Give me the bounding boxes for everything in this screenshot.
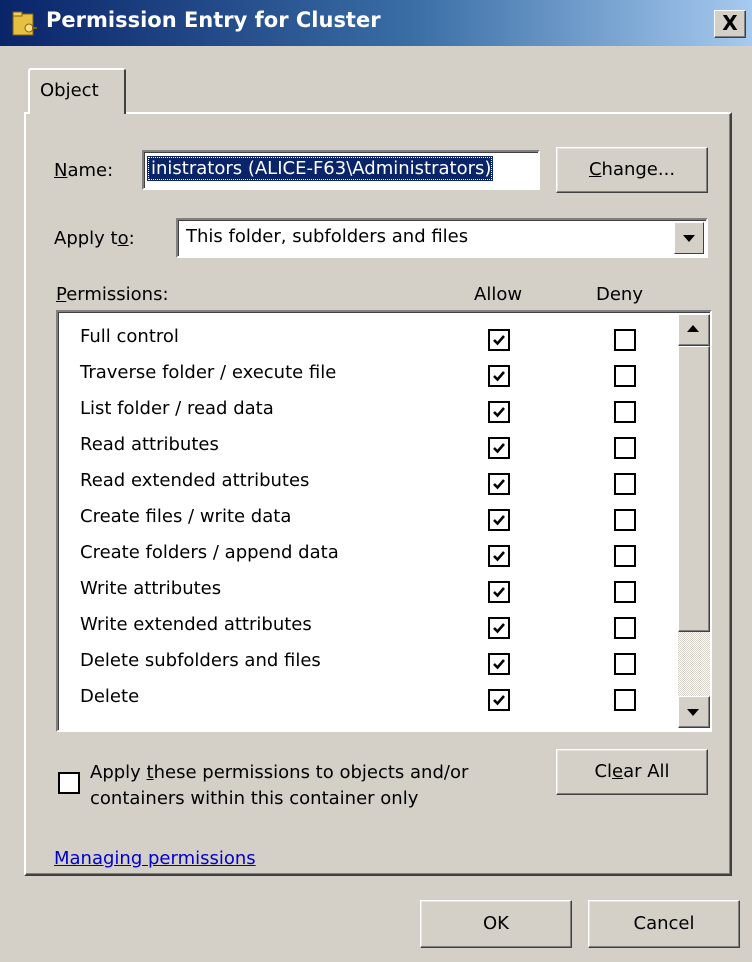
scroll-up-button[interactable] xyxy=(678,314,710,346)
clear-all-button[interactable]: Clear All xyxy=(556,749,708,795)
deny-checkbox[interactable] xyxy=(614,545,636,567)
allow-checkbox[interactable] xyxy=(488,473,510,495)
deny-header: Deny xyxy=(596,284,643,305)
tab-label: Object xyxy=(40,80,99,101)
allow-checkbox[interactable] xyxy=(488,437,510,459)
allow-checkbox[interactable] xyxy=(488,689,510,711)
allow-checkbox[interactable] xyxy=(488,365,510,387)
change-button[interactable]: Change... xyxy=(556,147,708,193)
apply-only-checkbox[interactable] xyxy=(58,772,80,794)
permission-name: Create folders / append data xyxy=(80,542,339,563)
permission-name: Delete subfolders and files xyxy=(80,650,321,671)
apply-to-value: This folder, subfolders and files xyxy=(186,226,469,247)
deny-checkbox[interactable] xyxy=(614,437,636,459)
deny-checkbox[interactable] xyxy=(614,401,636,423)
apply-only-label: Apply these permissions to objects and/o… xyxy=(90,762,469,809)
allow-checkbox[interactable] xyxy=(488,653,510,675)
name-value: inistrators (ALICE-F63\Administrators) xyxy=(147,156,494,181)
permissions-label: Permissions: xyxy=(56,284,169,305)
permission-row: List folder / read data xyxy=(58,394,678,430)
permission-row: Traverse folder / execute file xyxy=(58,358,678,394)
deny-checkbox[interactable] xyxy=(614,473,636,495)
permission-name: Create files / write data xyxy=(80,506,292,527)
deny-checkbox[interactable] xyxy=(614,365,636,387)
ok-button[interactable]: OK xyxy=(420,900,572,948)
dropdown-button[interactable] xyxy=(674,222,704,254)
apply-to-select[interactable]: This folder, subfolders and files xyxy=(176,218,708,258)
permission-row: Delete xyxy=(58,682,678,718)
permission-row: Create files / write data xyxy=(58,502,678,538)
name-field[interactable]: inistrators (ALICE-F63\Administrators) xyxy=(142,150,540,190)
close-button[interactable]: X xyxy=(714,10,746,38)
title-bar[interactable]: Permission Entry for Cluster X xyxy=(0,0,752,46)
permission-row: Full control xyxy=(58,322,678,358)
permission-name: Full control xyxy=(80,326,179,347)
scroll-thumb[interactable] xyxy=(678,346,710,632)
managing-permissions-link[interactable]: Managing permissions xyxy=(54,848,256,869)
permission-row: Read attributes xyxy=(58,430,678,466)
permission-name: Write attributes xyxy=(80,578,222,599)
allow-checkbox[interactable] xyxy=(488,401,510,423)
deny-checkbox[interactable] xyxy=(614,581,636,603)
deny-checkbox[interactable] xyxy=(614,653,636,675)
scroll-down-button[interactable] xyxy=(678,696,710,728)
permission-name: Delete xyxy=(80,686,140,707)
allow-checkbox[interactable] xyxy=(488,329,510,351)
permission-row: Delete subfolders and files xyxy=(58,646,678,682)
apply-to-label: Apply to: xyxy=(54,228,135,249)
scroll-track[interactable] xyxy=(678,632,710,696)
permission-name: Read extended attributes xyxy=(80,470,310,491)
chevron-down-icon xyxy=(683,235,695,242)
permission-row: Read extended attributes xyxy=(58,466,678,502)
vertical-scrollbar[interactable] xyxy=(678,314,710,728)
close-icon: X xyxy=(722,11,738,35)
permission-name: List folder / read data xyxy=(80,398,274,419)
permission-row: Create folders / append data xyxy=(58,538,678,574)
permission-name: Traverse folder / execute file xyxy=(80,362,337,383)
permission-name: Read attributes xyxy=(80,434,219,455)
deny-checkbox[interactable] xyxy=(614,509,636,531)
arrow-down-icon xyxy=(687,709,699,716)
window-title: Permission Entry for Cluster xyxy=(46,8,381,32)
deny-checkbox[interactable] xyxy=(614,329,636,351)
permission-name: Write extended attributes xyxy=(80,614,312,635)
allow-checkbox[interactable] xyxy=(488,617,510,639)
deny-checkbox[interactable] xyxy=(614,689,636,711)
permission-row: Write attributes xyxy=(58,574,678,610)
permissions-list[interactable]: Full control Traverse folder / execute fi… xyxy=(56,310,712,732)
allow-checkbox[interactable] xyxy=(488,545,510,567)
arrow-up-icon xyxy=(687,325,699,332)
permission-row: Write extended attributes xyxy=(58,610,678,646)
allow-checkbox[interactable] xyxy=(488,509,510,531)
folder-key-icon xyxy=(12,11,37,36)
allow-checkbox[interactable] xyxy=(488,581,510,603)
tab-object[interactable]: Object xyxy=(28,68,126,114)
allow-header: Allow xyxy=(474,284,523,305)
cancel-button[interactable]: Cancel xyxy=(588,900,740,948)
deny-checkbox[interactable] xyxy=(614,617,636,639)
name-label: Name: xyxy=(54,160,114,181)
